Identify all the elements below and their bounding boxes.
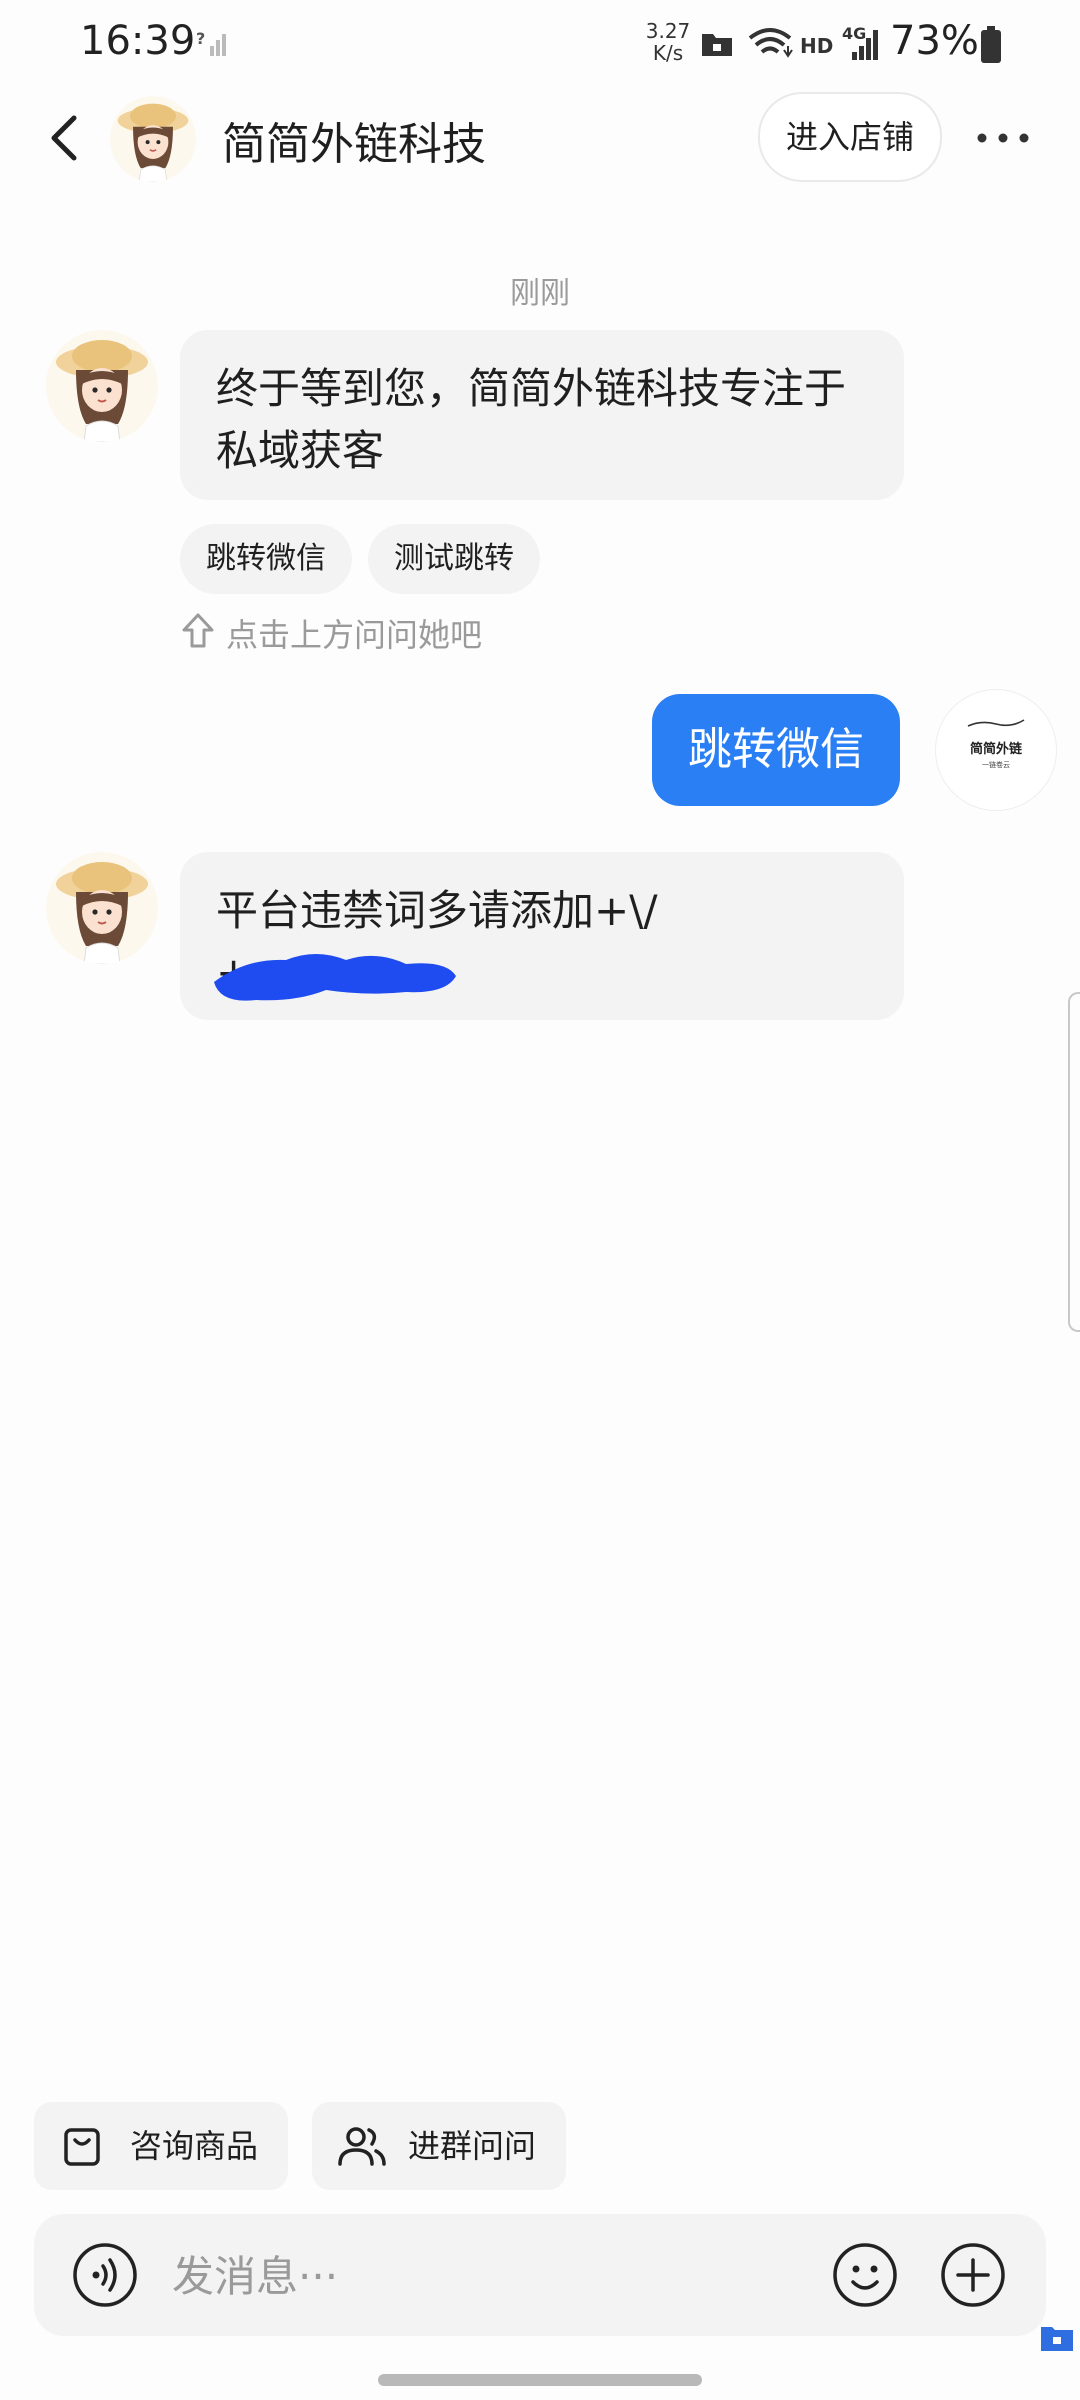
no-sim-signal-icon: ? xyxy=(196,29,226,56)
message-input-bar xyxy=(34,2214,1046,2336)
svg-text:?: ? xyxy=(196,29,205,48)
redaction-scribble xyxy=(214,954,456,1001)
status-bar: 16:39 ? 3.27 K/s HD 4G 73% xyxy=(0,0,1080,90)
group-icon xyxy=(338,2127,386,2166)
secure-folder-icon[interactable] xyxy=(1040,2322,1074,2352)
user-avatar[interactable]: 简简外链 一链卷云 xyxy=(936,690,1056,810)
message-text: 终于等到您，简简外链科技专注于私域获客 xyxy=(216,364,847,475)
message-timestamp: 刚刚 xyxy=(510,276,570,311)
suggestion-chip[interactable]: 跳转微信 xyxy=(180,524,352,594)
girl-avatar-icon xyxy=(46,330,158,442)
incoming-message-bubble[interactable]: 终于等到您，简简外链科技专注于私域获客 xyxy=(180,330,904,500)
enter-store-button[interactable]: 进入店铺 xyxy=(758,92,942,182)
incoming-message-bubble[interactable]: 平台违禁词多请添加+\/ + xyxy=(180,852,904,1020)
clock: 16:39 xyxy=(80,18,196,64)
shop-avatar[interactable] xyxy=(110,96,196,182)
shop-name: 简简外链科技 xyxy=(222,119,486,170)
more-options-icon[interactable] xyxy=(970,118,1036,158)
outgoing-message-bubble[interactable]: 跳转微信 xyxy=(652,694,900,806)
voice-input-icon[interactable] xyxy=(72,2242,138,2308)
battery-percent: 73% xyxy=(890,18,979,64)
folder-lock-icon xyxy=(702,34,732,56)
bag-icon xyxy=(64,2128,100,2166)
chat-header: 简简外链科技 进入店铺 xyxy=(0,90,1080,186)
message-input[interactable] xyxy=(170,2244,734,2308)
chat-screen: 16:39 ? 3.27 K/s HD 4G 73% 简简外链科技 进入店铺 刚… xyxy=(0,0,1080,2400)
girl-avatar-icon xyxy=(46,852,158,964)
emoji-icon[interactable] xyxy=(832,2242,898,2308)
side-panel-handle[interactable] xyxy=(1068,992,1080,1332)
shop-avatar[interactable] xyxy=(46,852,158,964)
girl-avatar-icon xyxy=(110,96,196,182)
arrow-up-icon xyxy=(182,613,214,648)
battery-icon xyxy=(981,26,1001,63)
shop-avatar[interactable] xyxy=(46,330,158,442)
home-indicator[interactable] xyxy=(378,2374,702,2386)
network-speed: 3.27 K/s xyxy=(645,19,691,65)
wifi-icon xyxy=(748,28,793,58)
hd-badge: HD xyxy=(800,34,834,58)
join-group-button[interactable]: 进群问问 xyxy=(312,2102,566,2190)
plus-icon[interactable] xyxy=(940,2242,1006,2308)
suggestion-chip[interactable]: 测试跳转 xyxy=(368,524,540,594)
consult-product-button[interactable]: 咨询商品 xyxy=(34,2102,288,2190)
cell-signal-icon xyxy=(852,30,878,60)
logo-swoosh-icon xyxy=(967,719,1025,727)
back-arrow-icon[interactable] xyxy=(36,108,96,168)
